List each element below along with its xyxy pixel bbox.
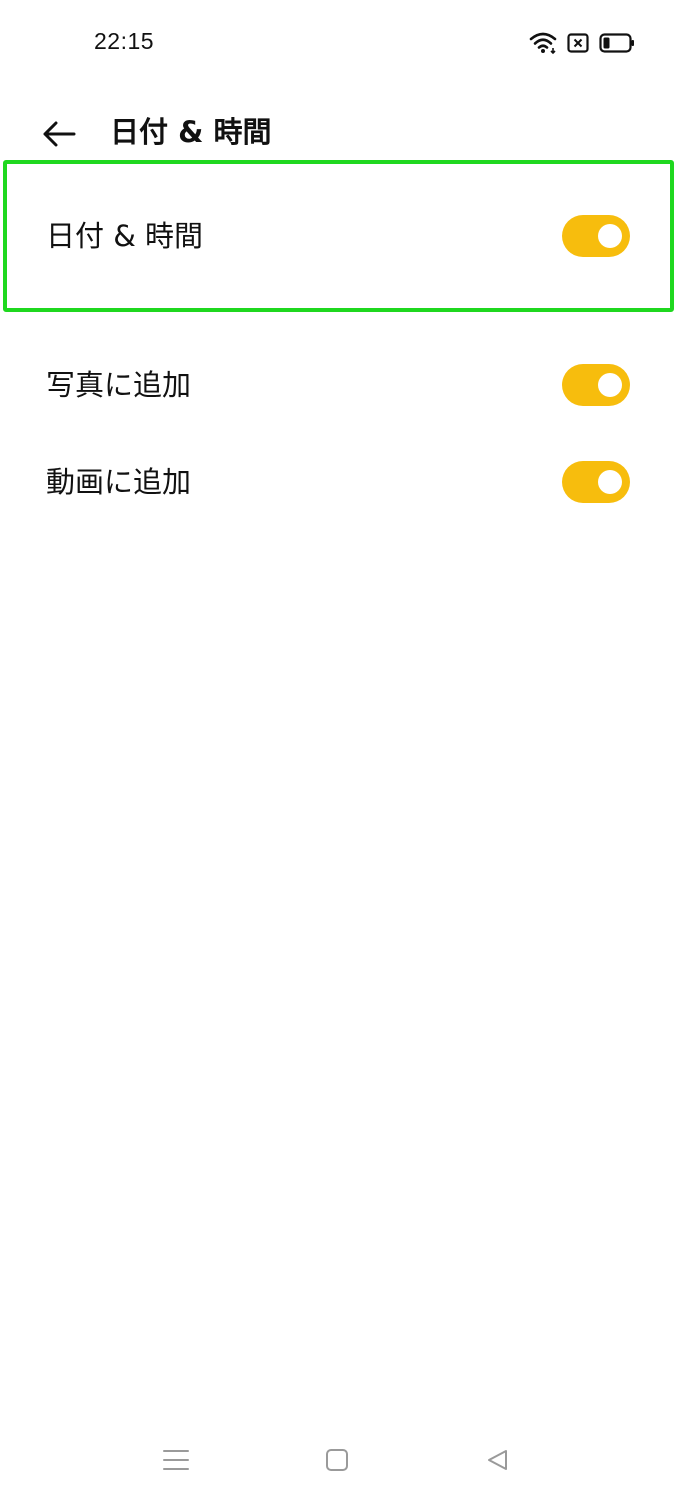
home-icon — [326, 1449, 348, 1471]
battery-icon — [599, 33, 635, 53]
menu-icon — [163, 1450, 189, 1470]
sim-off-icon — [567, 33, 589, 53]
arrow-left-icon — [43, 121, 76, 147]
wifi-icon — [529, 31, 557, 55]
status-bar: 22:15 — [0, 0, 675, 88]
setting-label: 写真に追加 — [46, 368, 192, 402]
setting-label: 日付 & 時間 — [46, 219, 204, 253]
status-time: 22:15 — [94, 28, 155, 54]
navigation-bar — [0, 1420, 675, 1500]
setting-label: 動画に追加 — [46, 465, 192, 499]
toggle-knob — [598, 373, 622, 397]
recent-apps-button[interactable] — [156, 1440, 196, 1480]
toggle-knob — [598, 224, 622, 248]
date-time-toggle[interactable] — [562, 215, 630, 257]
setting-row-add-to-video[interactable]: 動画に追加 — [0, 434, 675, 530]
add-to-video-toggle[interactable] — [562, 461, 630, 503]
toggle-knob — [598, 470, 622, 494]
page-title: 日付 & 時間 — [110, 115, 272, 149]
back-button[interactable] — [36, 112, 82, 156]
app-header: 日付 & 時間 — [0, 100, 675, 166]
setting-row-date-time[interactable]: 日付 & 時間 — [0, 188, 675, 284]
nav-back-button[interactable] — [478, 1440, 518, 1480]
setting-row-add-to-photo[interactable]: 写真に追加 — [0, 337, 675, 433]
home-button[interactable] — [317, 1440, 357, 1480]
status-icons — [529, 30, 635, 56]
back-triangle-icon — [488, 1450, 507, 1470]
add-to-photo-toggle[interactable] — [562, 364, 630, 406]
